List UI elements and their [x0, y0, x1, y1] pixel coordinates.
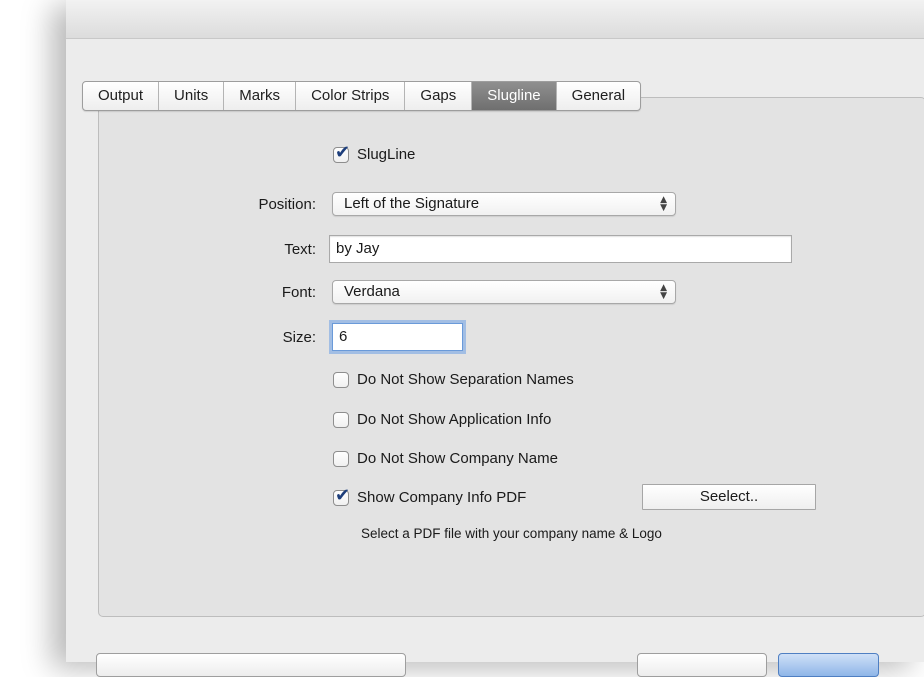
text-label: Text: — [284, 240, 316, 258]
tab-output[interactable]: Output — [83, 82, 160, 110]
ok-button[interactable] — [778, 653, 879, 677]
slugline-checkbox[interactable]: ✔ — [333, 142, 350, 163]
select-pdf-button[interactable]: Seelect.. — [642, 484, 816, 510]
select-pdf-hint: Select a PDF file with your company name… — [361, 526, 662, 541]
tab-general[interactable]: General — [557, 82, 640, 110]
option-company-info-pdf: ✔ Show Company Info PDF — [333, 485, 527, 506]
position-value: Left of the Signature — [344, 195, 480, 212]
option-company-name: Do Not Show Company Name — [333, 450, 558, 467]
tab-units[interactable]: Units — [159, 82, 225, 110]
separation-names-checkbox[interactable] — [333, 371, 349, 388]
position-popup[interactable]: Left of the Signature ▲ ▼ — [332, 192, 676, 216]
company-info-pdf-checkbox[interactable]: ✔ — [333, 485, 350, 506]
checkmark-icon: ✔ — [335, 484, 351, 506]
font-label: Font: — [281, 283, 316, 301]
font-row: Font: — [66, 280, 316, 304]
slug-text-field[interactable]: by Jay — [329, 235, 792, 263]
tab-color-strips[interactable]: Color Strips — [296, 82, 406, 110]
option-application-info: Do Not Show Application Info — [333, 411, 551, 428]
company-name-label: Do Not Show Company Name — [357, 450, 558, 467]
size-label: Size: — [282, 328, 316, 346]
tab-marks[interactable]: Marks — [224, 82, 297, 110]
size-field[interactable]: 6 — [332, 323, 463, 351]
tab-gaps[interactable]: Gaps — [405, 82, 473, 110]
slugline-label: SlugLine — [357, 146, 416, 163]
application-info-checkbox[interactable] — [333, 411, 349, 428]
position-label: Position: — [258, 195, 316, 213]
cancel-button[interactable] — [637, 653, 767, 677]
text-row: Text: — [66, 235, 316, 263]
up-down-chevron-icon: ▲ ▼ — [660, 283, 667, 301]
bottom-left-button[interactable] — [96, 653, 406, 677]
checkmark-icon: ✔ — [335, 141, 351, 163]
tab-bar: Output Units Marks Color Strips Gaps Slu… — [82, 81, 642, 111]
font-value: Verdana — [344, 283, 400, 300]
option-separation-names: Do Not Show Separation Names — [333, 371, 574, 388]
application-info-label: Do Not Show Application Info — [357, 411, 552, 428]
company-info-pdf-label: Show Company Info PDF — [357, 489, 527, 506]
company-name-checkbox[interactable] — [333, 450, 349, 467]
tab-slugline[interactable]: Slugline — [472, 82, 557, 110]
title-bar — [66, 0, 924, 39]
position-row: Position: — [66, 192, 316, 216]
slugline-row: ✔ SlugLine — [333, 142, 416, 163]
separation-names-label: Do Not Show Separation Names — [357, 371, 574, 388]
size-row: Size: — [66, 323, 316, 351]
font-popup[interactable]: Verdana ▲ ▼ — [332, 280, 676, 304]
up-down-chevron-icon: ▲ ▼ — [660, 195, 667, 213]
